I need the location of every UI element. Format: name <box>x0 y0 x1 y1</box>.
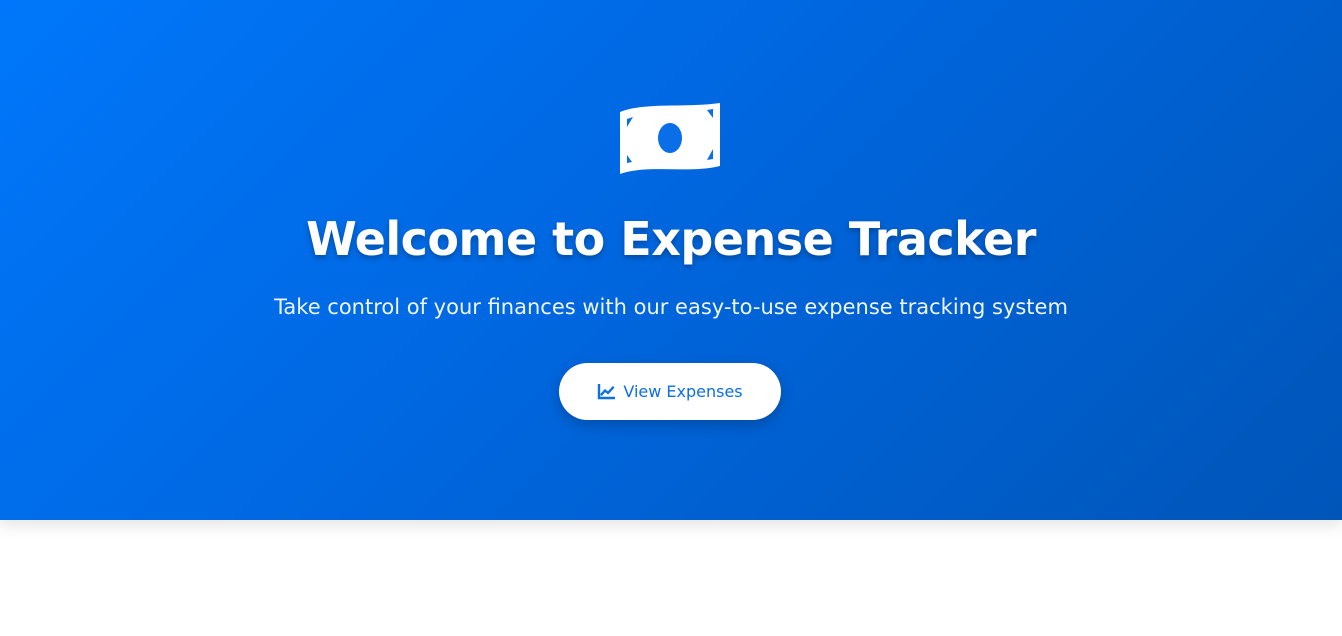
money-bill-icon <box>617 100 723 176</box>
view-expenses-label: View Expenses <box>623 382 743 401</box>
chart-line-icon <box>597 383 616 400</box>
hero-section: Welcome to Expense Tracker Take control … <box>0 0 1342 520</box>
hero-subtitle: Take control of your finances with our e… <box>274 295 1068 319</box>
view-expenses-button[interactable]: View Expenses <box>559 363 781 420</box>
hero-title: Welcome to Expense Tracker <box>306 212 1036 266</box>
